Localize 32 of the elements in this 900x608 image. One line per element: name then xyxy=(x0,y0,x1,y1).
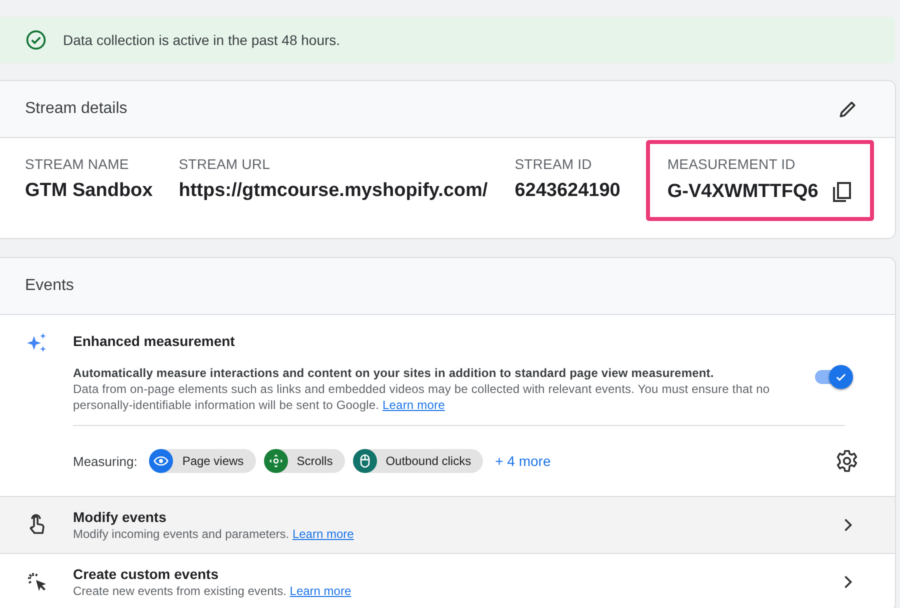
field-label: STREAM NAME xyxy=(25,156,130,172)
summary-text: Automatically measure interactions and content on your sites in addition to standard page view measurement. xyxy=(73,365,715,381)
settings-icon xyxy=(835,449,859,473)
field-label: STREAM URL xyxy=(178,156,271,172)
event-option-row[interactable]: Create custom events Create new events from existing events. Learn more xyxy=(0,554,895,608)
measure-chip: Page views xyxy=(149,449,256,473)
learn-more-link[interactable]: Learn more xyxy=(290,584,352,598)
field-value: https://gtmcourse.myshopify.com/ xyxy=(178,180,488,202)
note-text: Data from on-page elements such as links and embedded videos may be collected with relevant events. You must ensure that no personally-identifiable information will be sent to Google. Learn more xyxy=(73,381,771,413)
event-option-row[interactable]: Modify events Modify incoming events and parameters. Learn more xyxy=(0,497,895,554)
status-text: Data collection is active in the past 48 hours. xyxy=(63,32,340,48)
field-label: MEASUREMENT ID xyxy=(667,156,796,172)
row-description: Create new events from existing events. Learn more xyxy=(73,584,352,598)
field-value: G-V4XWMTTFQ6 xyxy=(667,181,818,203)
card-title: Stream details xyxy=(25,100,128,118)
learn-more-link[interactable]: Learn more xyxy=(382,398,445,412)
check-circle-icon xyxy=(25,29,47,51)
measure-chip: Outbound clicks xyxy=(352,449,484,473)
row-title: Create custom events xyxy=(73,566,220,582)
row-description: Modify incoming events and parameters. Learn more xyxy=(73,527,355,541)
toggle-switch[interactable] xyxy=(813,365,853,389)
measure-chip: Scrolls xyxy=(264,449,345,473)
measuring-label: Measuring: xyxy=(73,454,138,468)
learn-more-link[interactable]: Learn more xyxy=(292,527,354,541)
field-value: GTM Sandbox xyxy=(25,180,153,202)
row-title: Modify events xyxy=(73,509,168,525)
field-label: STREAM ID xyxy=(514,156,593,172)
settings-button[interactable] xyxy=(835,449,859,473)
card-title: Events xyxy=(25,277,74,295)
more-link[interactable]: + 4 more xyxy=(495,453,551,469)
field-value: 6243624190 xyxy=(514,180,620,202)
section-title: Enhanced measurement xyxy=(73,333,236,349)
